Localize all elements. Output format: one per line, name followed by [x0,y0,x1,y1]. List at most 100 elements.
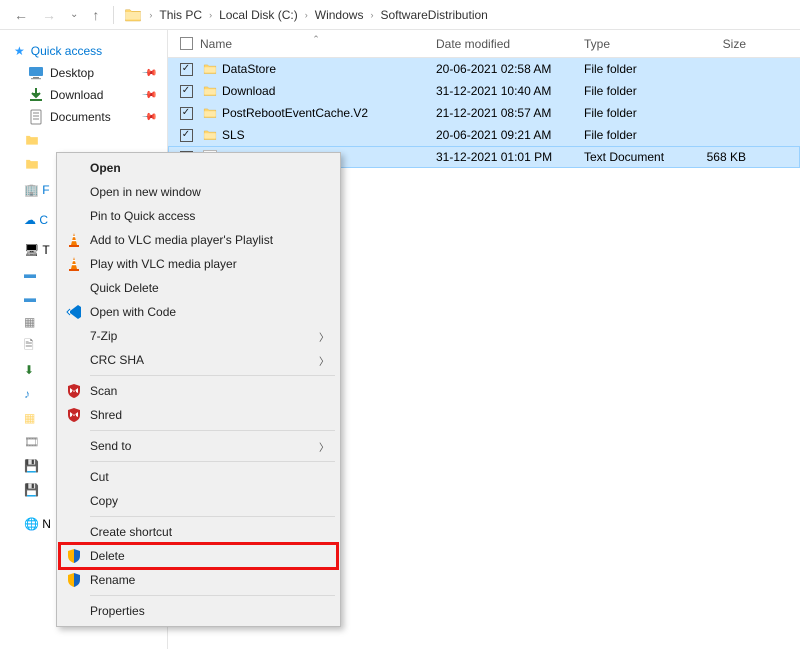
context-menu-item-open-with-code[interactable]: Open with Code [60,300,337,324]
context-menu-item-crc-sha[interactable]: CRC SHA 〉 [60,348,337,372]
context-menu-label: Open with Code [90,305,176,319]
file-name: DataStore [222,62,276,76]
context-menu-item-play-with-vlc-media-player[interactable]: Play with VLC media player [60,252,337,276]
file-row[interactable]: SLS 20-06-2021 09:21 AMFile folder [168,124,800,146]
context-menu-separator [90,461,335,462]
sidebar-item-label: Desktop [50,66,94,80]
sidebar-item-download[interactable]: Download 📌 [0,84,163,106]
pin-icon: 📌 [140,109,157,126]
column-name[interactable]: Name⌃ [196,37,436,51]
context-menu-label: Send to [90,439,131,453]
file-row[interactable]: Download 31-12-2021 10:40 AMFile folder [168,80,800,102]
file-name: PostRebootEventCache.V2 [222,106,368,120]
back-button[interactable]: ← [10,7,32,23]
context-menu-label: Properties [90,604,145,618]
context-menu-label: CRC SHA [90,353,144,367]
breadcrumb-seg-0[interactable]: This PC [155,7,206,23]
context-menu-item-properties[interactable]: Properties [60,599,337,623]
file-row[interactable]: PostRebootEventCache.V2 21-12-2021 08:57 … [168,102,800,124]
file-row[interactable]: DataStore 20-06-2021 02:58 AMFile folder [168,58,800,80]
quick-access-header[interactable]: ★ Quick access [0,40,163,62]
context-menu-label: Cut [90,470,109,484]
context-menu-label: Open in new window [90,185,201,199]
breadcrumb[interactable]: › This PC › Local Disk (C:) › Windows › … [148,7,491,23]
row-checkbox[interactable] [180,107,193,120]
file-type: File folder [584,106,700,120]
context-menu-item-rename[interactable]: Rename [60,568,337,592]
context-menu-item-pin-to-quick-access[interactable]: Pin to Quick access [60,204,337,228]
vlc-icon [66,232,82,248]
context-menu-label: Play with VLC media player [90,257,237,271]
file-type: Text Document [584,150,700,164]
row-checkbox[interactable] [180,85,193,98]
context-menu: Open Open in new window Pin to Quick acces… [56,152,341,627]
context-menu-separator [90,430,335,431]
context-menu-item-cut[interactable]: Cut [60,465,337,489]
sort-arrow-icon: ⌃ [312,34,320,45]
column-type[interactable]: Type [584,37,700,51]
address-bar: ← → ⌄ ↑ › This PC › Local Disk (C:) › Wi… [0,0,800,30]
file-date: 21-12-2021 08:57 AM [436,106,584,120]
file-type: File folder [584,62,700,76]
file-date: 31-12-2021 10:40 AM [436,84,584,98]
context-menu-item-scan[interactable]: Scan [60,379,337,403]
row-checkbox[interactable] [180,129,193,142]
context-menu-label: 7-Zip [90,329,117,343]
context-menu-label: Quick Delete [90,281,159,295]
context-menu-label: Rename [90,573,135,587]
divider [113,6,114,24]
context-menu-item-delete[interactable]: Delete [60,544,337,568]
up-button[interactable]: ↑ [88,7,103,23]
context-menu-item-quick-delete[interactable]: Quick Delete [60,276,337,300]
folder-icon [202,105,218,121]
context-menu-label: Pin to Quick access [90,209,195,223]
context-menu-item-add-to-vlc-media-player-s-playlist[interactable]: Add to VLC media player's Playlist [60,228,337,252]
file-size: 568 KB [700,150,760,164]
context-menu-separator [90,375,335,376]
shield-icon [66,548,82,564]
sidebar-item-obscured[interactable] [0,128,163,152]
file-type: File folder [584,84,700,98]
file-name: Download [222,84,275,98]
context-menu-item-create-shortcut[interactable]: Create shortcut [60,520,337,544]
context-menu-label: Open [90,161,121,175]
download-icon [28,87,44,103]
folder-icon [202,127,218,143]
sidebar-item-documents[interactable]: Documents 📌 [0,106,163,128]
file-date: 20-06-2021 02:58 AM [436,62,584,76]
file-type: File folder [584,128,700,142]
context-menu-label: Shred [90,408,122,422]
folder-icon [202,83,218,99]
file-name: SLS [222,128,245,142]
column-size[interactable]: Size [700,37,760,51]
column-headers: Name⌃ Date modified Type Size [168,30,800,58]
context-menu-item-open-in-new-window[interactable]: Open in new window [60,180,337,204]
chevron-right-icon: 〉 [319,329,329,344]
select-all-checkbox[interactable] [176,37,196,50]
context-menu-item-send-to[interactable]: Send to〉 [60,434,337,458]
row-checkbox[interactable] [180,63,193,76]
mcafee-icon [66,383,82,399]
sidebar-item-desktop[interactable]: Desktop 📌 [0,62,163,84]
context-menu-item-7-zip[interactable]: 7-Zip 〉 [60,324,337,348]
context-menu-item-open[interactable]: Open [60,156,337,180]
breadcrumb-seg-1[interactable]: Local Disk (C:) [215,7,302,23]
context-menu-label: Copy [90,494,118,508]
sidebar-item-label: Download [50,88,103,102]
context-menu-item-copy[interactable]: Copy [60,489,337,513]
context-menu-separator [90,516,335,517]
file-date: 20-06-2021 09:21 AM [436,128,584,142]
documents-icon [28,109,44,125]
context-menu-label: Delete [90,549,125,563]
chevron-right-icon: 〉 [319,353,329,368]
context-menu-item-shred[interactable]: Shred [60,403,337,427]
forward-button[interactable]: → [38,7,60,23]
column-date[interactable]: Date modified [436,37,584,51]
breadcrumb-seg-3[interactable]: SoftwareDistribution [376,7,491,23]
shield-icon [66,572,82,588]
pin-icon: 📌 [140,65,157,82]
sidebar-item-label: Documents [50,110,111,124]
recent-dropdown[interactable]: ⌄ [66,9,82,20]
quick-access-label: Quick access [31,44,102,58]
breadcrumb-seg-2[interactable]: Windows [311,7,368,23]
